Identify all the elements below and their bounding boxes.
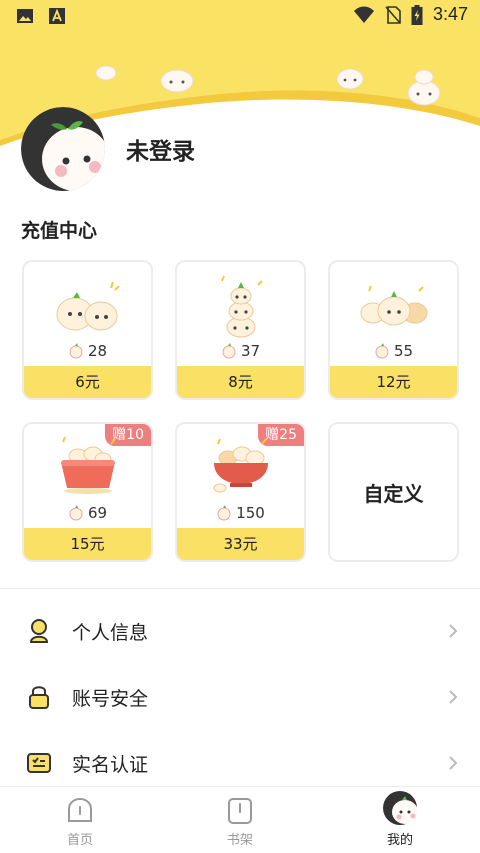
dumpling-illustration [177, 270, 304, 342]
recharge-package-28[interactable]: 28 6元 [22, 260, 153, 400]
no-sim-icon [385, 5, 401, 24]
login-status[interactable]: 未登录 [126, 132, 195, 166]
recharge-package-37[interactable]: 37 8元 [175, 260, 306, 400]
chevron-right-icon [449, 624, 458, 638]
home-icon [68, 797, 92, 822]
battery-icon [411, 4, 423, 25]
package-price: 8元 [177, 366, 304, 398]
package-price: 15元 [24, 528, 151, 560]
status-bar: 3:47 [0, 0, 480, 32]
bottom-navigation: 首页 书架 我的 [0, 786, 480, 853]
lock-icon [29, 686, 49, 709]
nav-label: 书架 [226, 833, 253, 848]
custom-amount-label: 自定义 [363, 481, 424, 506]
person-icon [29, 619, 49, 643]
nav-label: 我的 [386, 833, 413, 848]
recharge-package-150[interactable]: 赠25 150 33元 [175, 422, 306, 562]
profile-avatar-icon [383, 791, 417, 825]
dumpling-illustration [24, 270, 151, 342]
menu-item-account-security[interactable]: 账号安全 [0, 664, 480, 730]
chevron-right-icon [449, 690, 458, 704]
menu-label: 实名认证 [72, 753, 149, 776]
package-price: 33元 [177, 528, 304, 560]
package-price: 12元 [330, 366, 457, 398]
menu-label: 账号安全 [72, 687, 149, 710]
id-card-icon [27, 753, 51, 773]
coin-amount: 37 [240, 342, 261, 360]
nav-tab-mine[interactable]: 我的 [320, 787, 480, 853]
image-icon [17, 9, 33, 23]
recharge-package-69[interactable]: 赠10 69 15元 [22, 422, 153, 562]
custom-amount-button[interactable]: 自定义 [328, 422, 459, 562]
coin-amount: 55 [393, 342, 414, 360]
dumpling-bucket-illustration [24, 430, 151, 502]
nav-tab-home[interactable]: 首页 [0, 787, 160, 853]
recharge-package-55[interactable]: 55 12元 [328, 260, 459, 400]
coin-icon [375, 343, 389, 359]
menu-label: 个人信息 [72, 621, 149, 644]
coin-amount: 69 [87, 504, 108, 522]
coin-icon [69, 343, 83, 359]
coin-amount: 150 [236, 504, 265, 522]
dumpling-illustration [330, 270, 457, 342]
user-avatar[interactable] [21, 107, 105, 191]
menu-item-personal-info[interactable]: 个人信息 [0, 598, 480, 664]
nav-tab-bookshelf[interactable]: 书架 [160, 787, 320, 853]
coin-icon [217, 505, 231, 521]
bookshelf-icon [228, 798, 252, 824]
wifi-icon [353, 6, 374, 23]
coin-icon [69, 505, 83, 521]
package-price: 6元 [24, 366, 151, 398]
recharge-center-title: 充值中心 [21, 220, 98, 242]
chevron-right-icon [449, 756, 458, 770]
coin-icon [222, 343, 236, 359]
coin-amount: 28 [87, 342, 108, 360]
status-time: 3:47 [432, 4, 468, 24]
app-notification-icon [49, 8, 65, 24]
dumpling-bowl-illustration [177, 430, 304, 502]
section-divider [0, 588, 480, 589]
nav-label: 首页 [66, 833, 93, 848]
